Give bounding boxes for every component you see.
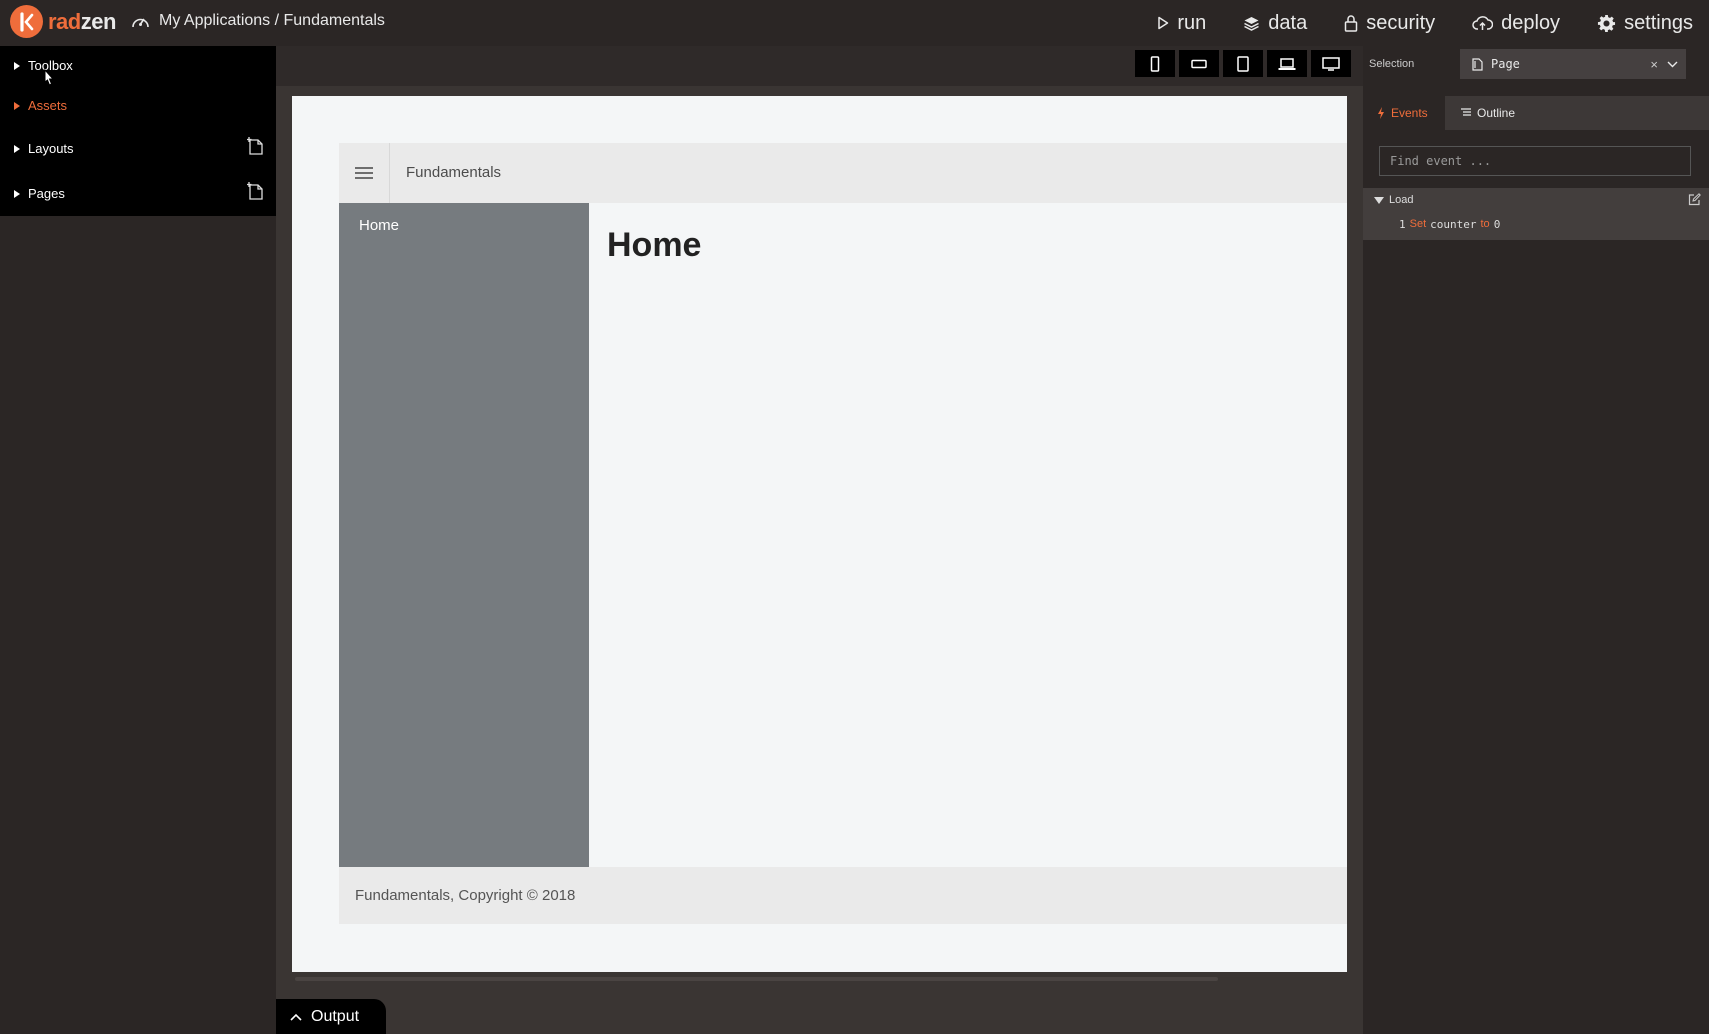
- play-icon: [1158, 16, 1169, 30]
- device-toolbar: [276, 46, 1363, 86]
- tab-outline[interactable]: Outline: [1461, 96, 1515, 130]
- nav-data[interactable]: data: [1243, 12, 1307, 35]
- nav-deploy[interactable]: deploy: [1472, 12, 1560, 35]
- device-buttons: [1131, 50, 1351, 77]
- tab-events[interactable]: Events: [1363, 96, 1445, 130]
- nav-settings[interactable]: settings: [1597, 12, 1693, 35]
- add-layout-icon[interactable]: [247, 136, 265, 156]
- breadcrumb-text: My Applications / Fundamentals: [159, 12, 385, 29]
- device-phone-button[interactable]: [1135, 50, 1175, 77]
- dashboard-icon: [132, 18, 149, 27]
- logo-text: radzen: [48, 8, 116, 34]
- sidebar-item-layouts[interactable]: Layouts: [14, 141, 74, 156]
- footer-text: Fundamentals, Copyright © 2018: [355, 887, 576, 904]
- edit-icon[interactable]: [1688, 193, 1701, 206]
- event-header[interactable]: Load: [1374, 194, 1413, 206]
- page-icon: [1472, 57, 1483, 71]
- radzen-logo[interactable]: radzen: [10, 5, 116, 38]
- app-nav-home[interactable]: Home: [359, 217, 399, 234]
- sidebar-item-pages[interactable]: Pages: [14, 186, 65, 201]
- cloud-upload-icon: [1472, 16, 1494, 30]
- right-tabs: Events Outline: [1363, 96, 1709, 130]
- app-sidebar[interactable]: Home: [339, 203, 589, 867]
- device-desktop-button[interactable]: [1311, 50, 1351, 77]
- top-nav: run data security deploy settings: [1157, 0, 1709, 46]
- tablet-icon: [1237, 55, 1249, 72]
- nav-security[interactable]: security: [1344, 12, 1435, 35]
- laptop-icon: [1278, 57, 1296, 70]
- event-load: Load 1 Set counter to 0: [1363, 188, 1709, 240]
- app-header[interactable]: Fundamentals: [339, 143, 1347, 203]
- outline-icon: [1461, 108, 1471, 116]
- collapse-arrow-icon: [1374, 196, 1384, 204]
- lock-icon: [1344, 15, 1358, 32]
- layers-icon: [1244, 16, 1260, 31]
- design-canvas[interactable]: Fundamentals Home Home Fundamentals, Cop…: [292, 96, 1347, 972]
- mouse-cursor-icon: [44, 69, 55, 86]
- right-panel: Selection Page × Events Outline Load: [1363, 46, 1709, 1034]
- left-panel-empty: [0, 216, 276, 1034]
- chevron-down-icon[interactable]: [1667, 61, 1678, 68]
- chevron-up-icon: [290, 1013, 302, 1021]
- device-laptop-button[interactable]: [1267, 50, 1307, 77]
- device-phone-landscape-button[interactable]: [1179, 50, 1219, 77]
- expand-arrow-icon: [14, 101, 20, 110]
- add-page-icon[interactable]: [247, 181, 265, 201]
- app-header-title: Fundamentals: [406, 164, 502, 181]
- selection-dropdown[interactable]: Page ×: [1460, 49, 1686, 79]
- desktop-icon: [1322, 56, 1340, 71]
- sidebar-item-assets[interactable]: Assets: [14, 98, 67, 113]
- horizontal-scrollbar[interactable]: [295, 977, 1218, 981]
- bolt-icon: [1378, 107, 1384, 119]
- phone-landscape-icon: [1191, 59, 1207, 68]
- expand-arrow-icon: [14, 61, 20, 70]
- page-heading[interactable]: Home: [607, 226, 701, 265]
- phone-icon: [1150, 55, 1160, 72]
- find-event-input[interactable]: [1379, 146, 1691, 176]
- event-action-set[interactable]: 1 Set counter to 0: [1399, 218, 1500, 231]
- clear-selection-icon[interactable]: ×: [1650, 57, 1658, 72]
- selection-value: Page: [1491, 57, 1520, 71]
- radzen-logo-icon: [10, 5, 43, 38]
- hamburger-icon: [355, 167, 373, 179]
- top-bar: radzen My Applications / Fundamentals ru…: [0, 0, 1709, 46]
- breadcrumb[interactable]: My Applications / Fundamentals: [131, 12, 385, 30]
- selection-label: Selection: [1369, 58, 1415, 70]
- nav-run[interactable]: run: [1157, 12, 1206, 35]
- expand-arrow-icon: [14, 144, 20, 153]
- menu-toggle-button[interactable]: [339, 143, 390, 203]
- gear-icon: [1598, 14, 1616, 32]
- app-footer[interactable]: Fundamentals, Copyright © 2018: [339, 867, 1347, 924]
- output-tab[interactable]: Output: [276, 999, 386, 1034]
- expand-arrow-icon: [14, 189, 20, 198]
- device-tablet-button[interactable]: [1223, 50, 1263, 77]
